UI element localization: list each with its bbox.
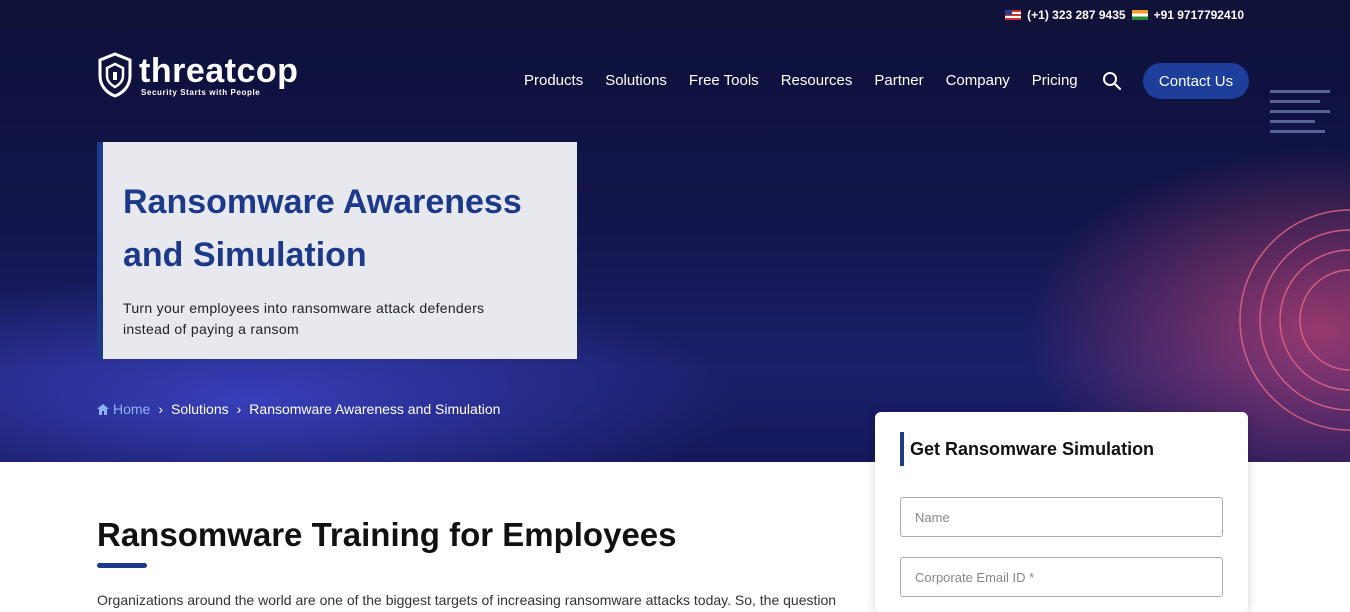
breadcrumb: Home › Solutions › Ransomware Awareness …	[97, 401, 500, 417]
intro-paragraph: Organizations around the world are one o…	[97, 592, 837, 608]
breadcrumb-separator-icon: ›	[158, 401, 164, 417]
india-flag-icon	[1131, 10, 1148, 20]
form-title-block: Get Ransomware Simulation	[900, 432, 1154, 466]
contact-us-button[interactable]: Contact Us	[1143, 63, 1249, 99]
breadcrumb-separator-icon: ›	[236, 401, 242, 417]
name-input[interactable]	[900, 497, 1223, 537]
hero-background-graphic	[1239, 90, 1350, 431]
hero-subtitle-line1: Turn your employees into ransomware atta…	[123, 300, 485, 316]
nav-partner[interactable]: Partner	[874, 66, 923, 96]
email-input[interactable]	[900, 557, 1223, 597]
nav-products[interactable]: Products	[524, 66, 583, 96]
simulation-form: Get Ransomware Simulation	[875, 412, 1248, 612]
hero-banner: (+1) 323 287 9435 +91 9717792410 threatc…	[0, 0, 1350, 462]
logo[interactable]: threatcop Security Starts with People	[97, 52, 298, 98]
search-icon[interactable]	[1102, 71, 1122, 91]
hero-title: Ransomware Awareness and Simulation	[123, 176, 557, 282]
us-phone[interactable]: (+1) 323 287 9435	[1027, 8, 1125, 22]
nav-company[interactable]: Company	[946, 66, 1010, 96]
hero-subtitle: Turn your employees into ransomware atta…	[123, 298, 557, 340]
logo-wordmark: threatcop	[139, 52, 299, 90]
form-title: Get Ransomware Simulation	[910, 438, 1155, 459]
shield-logo-icon	[98, 52, 132, 98]
hero-subtitle-line2: instead of paying a ransom	[123, 321, 299, 337]
main-nav: Products Solutions Free Tools Resources …	[524, 66, 1100, 96]
home-icon	[97, 403, 109, 415]
nav-pricing[interactable]: Pricing	[1032, 66, 1078, 96]
contact-strip: (+1) 323 287 9435 +91 9717792410	[1005, 8, 1244, 22]
breadcrumb-current: Ransomware Awareness and Simulation	[249, 401, 501, 417]
breadcrumb-home-label: Home	[113, 401, 151, 417]
nav-resources[interactable]: Resources	[781, 66, 853, 96]
nav-free-tools[interactable]: Free Tools	[689, 66, 759, 96]
india-phone[interactable]: +91 9717792410	[1154, 8, 1244, 22]
hero-card: Ransomware Awareness and Simulation Turn…	[97, 142, 577, 359]
logo-tagline: Security Starts with People	[141, 88, 261, 97]
nav-solutions[interactable]: Solutions	[605, 66, 667, 96]
hero-title-line1: Ransomware Awareness	[123, 183, 522, 221]
title-underline	[97, 563, 147, 568]
breadcrumb-home[interactable]: Home	[97, 401, 150, 417]
breadcrumb-solutions[interactable]: Solutions	[171, 401, 229, 417]
hero-title-line2: and Simulation	[123, 236, 367, 274]
us-flag-icon	[1005, 10, 1022, 20]
section-title: Ransomware Training for Employees	[97, 516, 677, 553]
